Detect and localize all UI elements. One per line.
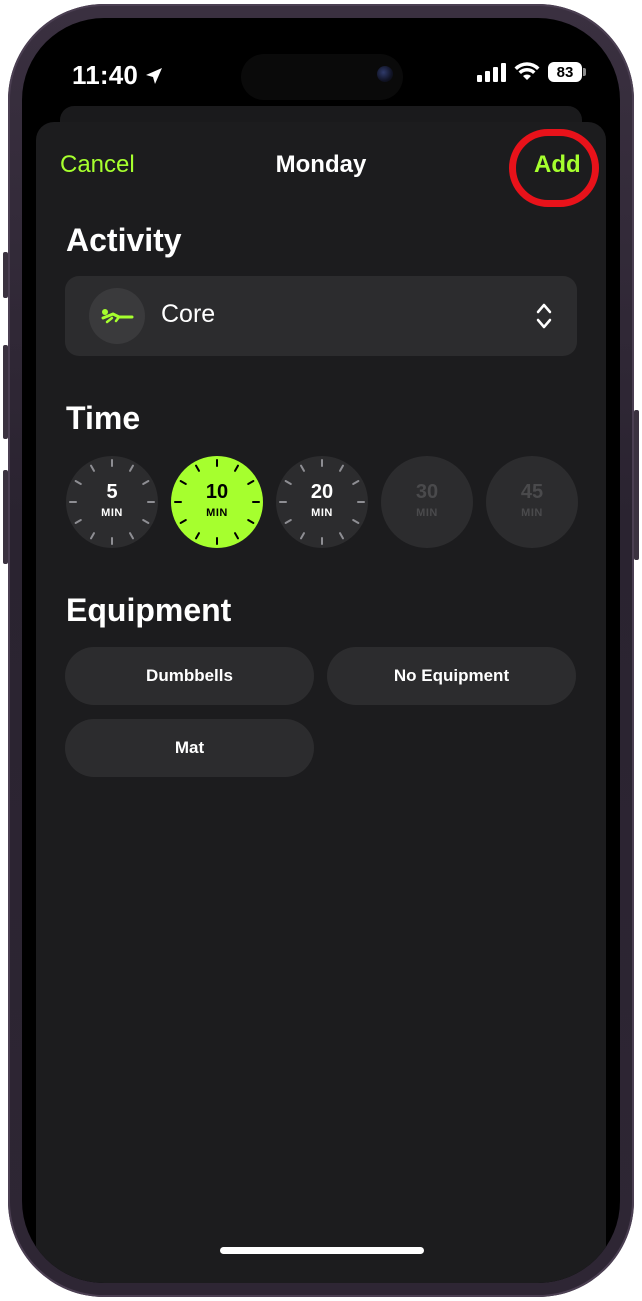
wifi-icon (514, 62, 540, 80)
dial-tick (74, 519, 82, 524)
activity-selected-label: Core (161, 300, 216, 328)
time-option-value: 30 (415, 481, 439, 503)
equipment-option-dumbbells[interactable]: Dumbbells (65, 647, 314, 705)
dial-tick (129, 464, 134, 472)
time-option-unit: MIN (521, 507, 543, 519)
time-option-value: 10 (205, 481, 229, 503)
dial-tick (90, 532, 95, 540)
up-down-chevron-icon (536, 303, 552, 329)
equipment-option-mat[interactable]: Mat (65, 719, 314, 777)
add-button-highlight (509, 129, 599, 207)
time-option-value: 45 (520, 481, 544, 503)
dial-tick (195, 464, 200, 472)
activity-picker[interactable]: Core (65, 276, 577, 356)
dial-tick (247, 519, 255, 524)
dial-tick (179, 519, 187, 524)
time-option-10[interactable]: 10 MIN (171, 456, 263, 548)
dial-tick (352, 519, 360, 524)
status-bar: 11:40 83 (22, 18, 620, 118)
equipment-option-no-equipment[interactable]: No Equipment (327, 647, 576, 705)
dial-tick (195, 532, 200, 540)
cellular-signal-icon (477, 62, 506, 82)
time-option-unit: MIN (101, 507, 123, 519)
time-option-unit: MIN (206, 507, 228, 519)
dial-tick (300, 464, 305, 472)
time-option-unit: MIN (311, 507, 333, 519)
action-button (3, 252, 8, 298)
time-option-value: 20 (310, 481, 334, 503)
dial-tick (142, 519, 150, 524)
time-heading: Time (66, 400, 141, 436)
time-option-value: 5 (106, 481, 118, 503)
dial-tick (90, 464, 95, 472)
status-time-label: 11:40 (72, 60, 139, 90)
volume-up-button (3, 345, 8, 439)
dial-tick (234, 464, 239, 472)
dial-tick (234, 532, 239, 540)
time-option-5[interactable]: 5 MIN (66, 456, 158, 548)
volume-down-button (3, 470, 8, 564)
dial-tick (339, 464, 344, 472)
equipment-heading: Equipment (66, 592, 232, 628)
location-arrow-icon (146, 67, 163, 84)
dial-tick (129, 532, 134, 540)
power-button (634, 410, 639, 560)
status-indicators: 83 (477, 62, 586, 82)
battery-level: 83 (556, 63, 574, 81)
activity-heading: Activity (66, 222, 182, 258)
battery-indicator: 83 (548, 62, 586, 82)
time-option-20[interactable]: 20 MIN (276, 456, 368, 548)
status-time: 11:40 (72, 60, 164, 91)
core-workout-icon (89, 288, 145, 344)
home-indicator[interactable] (220, 1247, 424, 1254)
time-option-45[interactable]: 45 MIN (486, 456, 578, 548)
cancel-button[interactable]: Cancel (60, 151, 135, 179)
dial-tick (339, 532, 344, 540)
dial-tick (284, 519, 292, 524)
phone-screen: 11:40 83 Cancel Monday Add Activity Core… (22, 18, 620, 1283)
time-option-unit: MIN (416, 507, 438, 519)
front-camera (377, 66, 393, 82)
dial-tick (300, 532, 305, 540)
time-option-30[interactable]: 30 MIN (381, 456, 473, 548)
